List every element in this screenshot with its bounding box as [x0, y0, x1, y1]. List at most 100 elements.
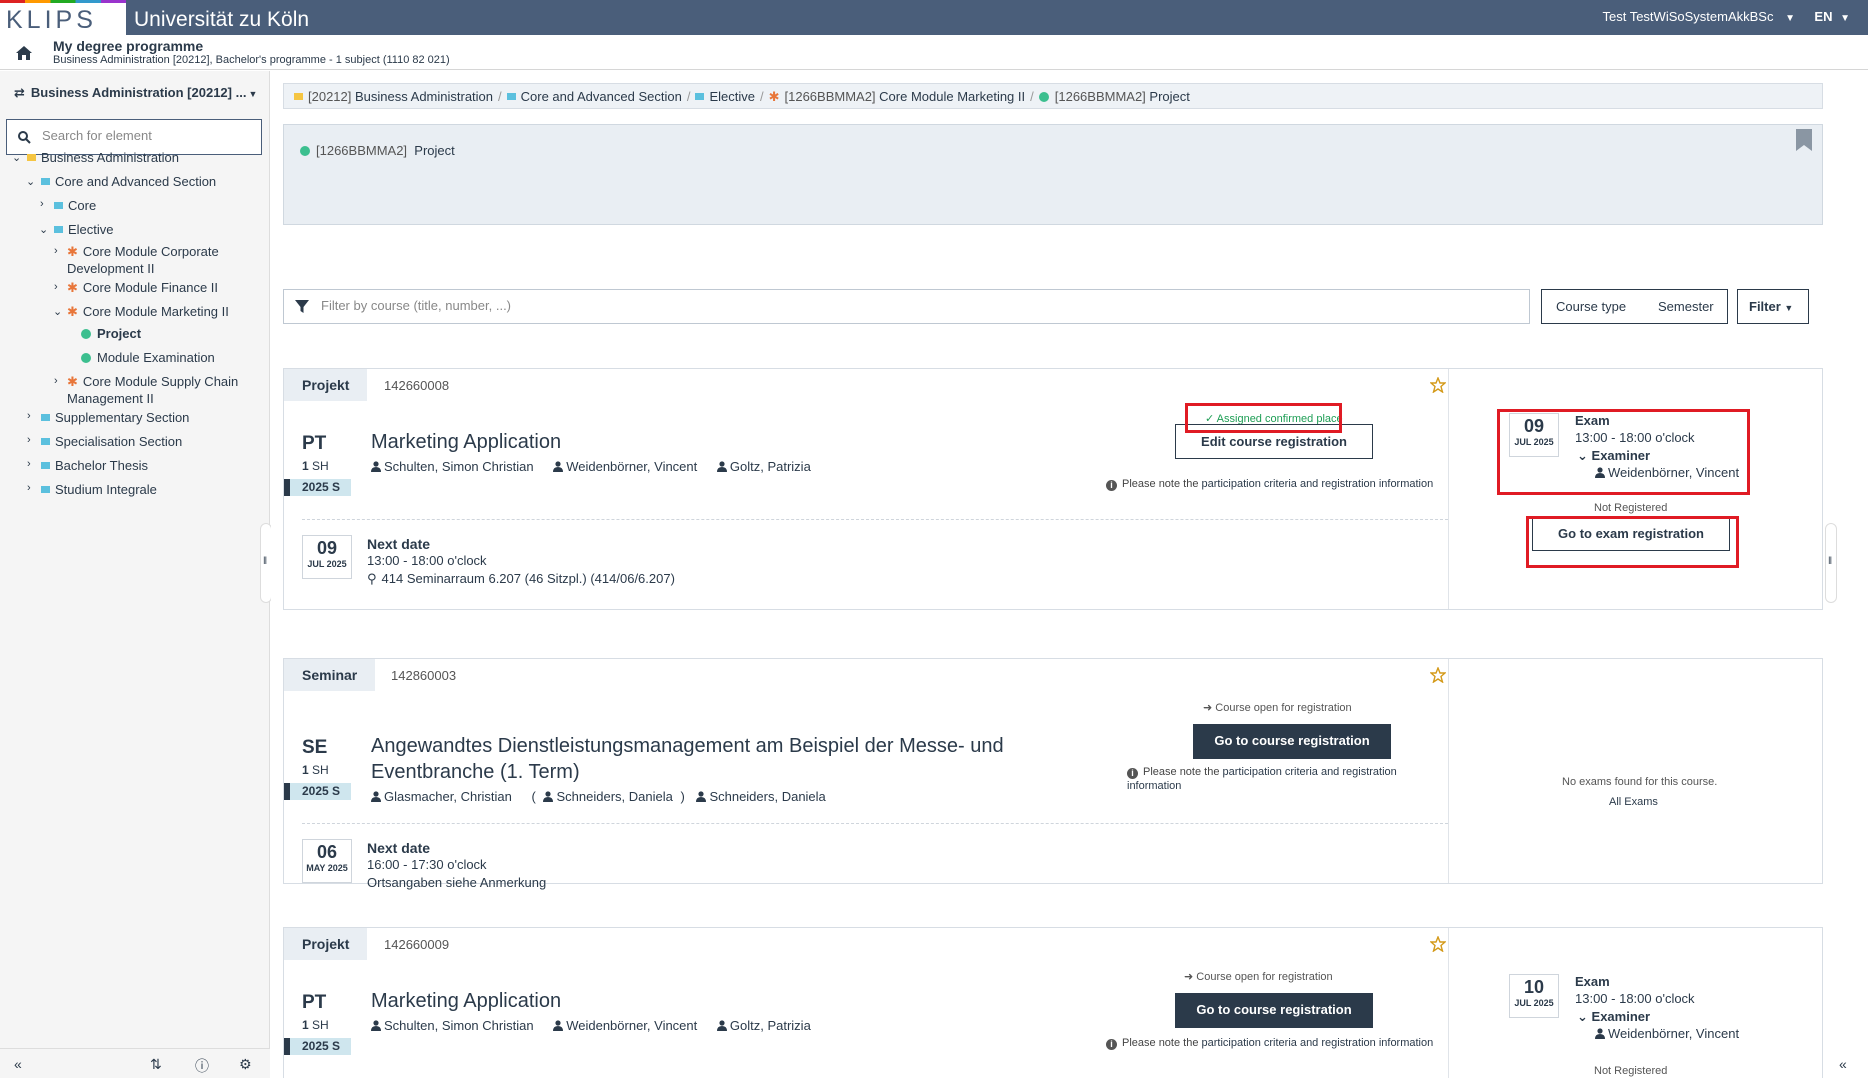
home-icon[interactable] — [15, 45, 33, 61]
element-name: Project — [414, 143, 455, 158]
bookmark-icon[interactable] — [1796, 129, 1812, 151]
person-icon — [553, 460, 564, 472]
exam-time: 13:00 - 18:00 o'clock — [1575, 430, 1695, 445]
examiner-toggle[interactable]: ⌄ Examiner — [1577, 448, 1650, 464]
sidebar-item-specialisation[interactable]: Specialisation Section — [41, 433, 182, 450]
go-to-course-registration-button[interactable]: Go to course registration — [1193, 724, 1391, 759]
filter-button[interactable]: Filter ▼ — [1737, 289, 1809, 324]
cyan-square-icon — [41, 178, 50, 185]
chevron-down-icon[interactable]: ⌄ — [26, 175, 36, 188]
breadcrumb-business-administration[interactable]: Business Administration — [355, 89, 493, 104]
search-icon — [18, 131, 31, 144]
next-date-time: 13:00 - 18:00 o'clock — [367, 553, 487, 568]
criteria-link[interactable]: participation criteria and registration … — [1202, 1037, 1434, 1049]
criteria-link[interactable]: participation criteria and registration … — [1202, 478, 1434, 490]
search-input[interactable] — [42, 128, 252, 143]
chevron-right-icon[interactable]: › — [40, 198, 50, 210]
sidebar-item-studium-integrale[interactable]: Studium Integrale — [41, 481, 157, 498]
chevron-right-icon[interactable]: › — [54, 281, 64, 293]
course-sh: 1 SH — [302, 763, 329, 777]
sidebar-item-finance[interactable]: ✱ Core Module Finance II — [67, 279, 218, 296]
sidebar-item-supplementary[interactable]: Supplementary Section — [41, 409, 189, 426]
person-name[interactable]: Glasmacher, Christian — [384, 789, 512, 804]
course-filter-input[interactable] — [321, 298, 1511, 313]
person-name[interactable]: Schneiders, Daniela — [556, 789, 672, 804]
right-panel-handle[interactable]: ‖ — [1825, 523, 1837, 603]
breadcrumb-marketing[interactable]: Core Module Marketing II — [879, 89, 1025, 104]
language-menu[interactable]: EN ▼ — [1814, 9, 1850, 24]
klips-logo[interactable]: KLIPS 2.0 — [0, 0, 126, 63]
cyan-square-icon — [41, 414, 50, 421]
chevron-down-icon[interactable]: ⌄ — [53, 305, 63, 318]
sidebar-item-business-administration[interactable]: Business Administration — [27, 149, 179, 166]
logo-stripe — [0, 0, 126, 3]
cyan-square-icon — [695, 93, 705, 100]
chevron-right-icon[interactable]: › — [27, 458, 37, 470]
chevron-down-icon: ▼ — [1784, 303, 1794, 313]
programme-switcher[interactable]: ⇄ Business Administration [20212] ... ▼ — [14, 85, 264, 101]
chevron-down-icon[interactable]: ⌄ — [39, 223, 49, 236]
sort-icon[interactable]: ⇅ — [150, 1056, 162, 1073]
course-title[interactable]: Angewandtes Dienstleistungsmanagement am… — [371, 733, 1004, 785]
chevron-right-icon[interactable]: › — [54, 245, 64, 257]
breadcrumb-core-advanced[interactable]: Core and Advanced Section — [521, 89, 682, 104]
person-name[interactable]: Goltz, Patrizia — [730, 1018, 811, 1033]
chevron-right-icon[interactable]: › — [27, 482, 37, 494]
person-name[interactable]: Goltz, Patrizia — [730, 459, 811, 474]
user-menu[interactable]: Test TestWiSoSystemAkkBSc ▼ — [1602, 9, 1795, 24]
person-name[interactable]: Weidenbörner, Vincent — [566, 459, 697, 474]
semester-toggle[interactable]: Semester — [1658, 299, 1714, 314]
sidebar-item-elective[interactable]: Elective — [54, 221, 114, 238]
course-type-toggle[interactable]: Course type — [1556, 299, 1626, 314]
breadcrumb-elective[interactable]: Elective — [709, 89, 755, 104]
filter-icon — [295, 300, 309, 313]
person-name[interactable]: Schulten, Simon Christian — [384, 1018, 534, 1033]
star-icon[interactable] — [1430, 667, 1446, 683]
cyan-square-icon — [506, 93, 516, 100]
gear-icon[interactable]: ⚙ — [239, 1056, 252, 1073]
collapse-right-icon[interactable]: « — [1839, 1056, 1847, 1072]
next-date-label: Next date — [367, 840, 431, 856]
person-name[interactable]: Schulten, Simon Christian — [384, 459, 534, 474]
course-title[interactable]: Marketing Application — [371, 429, 561, 455]
all-exams-link[interactable]: All Exams — [1609, 796, 1658, 808]
go-to-course-registration-button[interactable]: Go to course registration — [1175, 993, 1373, 1028]
chevron-down-icon[interactable]: ⌄ — [12, 151, 22, 164]
go-to-exam-registration-button[interactable]: Go to exam registration — [1532, 516, 1730, 551]
cyan-square-icon — [41, 486, 50, 493]
sidebar-item-core-and-advanced[interactable]: Core and Advanced Section — [41, 173, 216, 190]
star-icon[interactable] — [1430, 936, 1446, 952]
sidebar-item-project[interactable]: Project — [81, 325, 141, 342]
collapse-left-icon[interactable]: « — [14, 1056, 22, 1072]
exam-block: 10 JUL 2025 Exam 13:00 - 18:00 o'clock ⌄ … — [1509, 974, 1739, 1044]
edit-course-registration-button[interactable]: Edit course registration — [1175, 424, 1373, 459]
course-sh: 1 SH — [302, 459, 329, 473]
star-icon[interactable] — [1430, 377, 1446, 393]
asterisk-icon: ✱ — [67, 374, 78, 389]
criteria-link[interactable]: participation criteria and registration — [1223, 766, 1397, 778]
person-name[interactable]: Schneiders, Daniela — [709, 789, 825, 804]
examiner-toggle[interactable]: ⌄ Examiner — [1577, 1009, 1650, 1025]
sidebar-item-marketing[interactable]: ✱ Core Module Marketing II — [67, 303, 229, 320]
language-label: EN — [1814, 9, 1833, 24]
course-persons: Glasmacher, Christian ( Schneiders, Dani… — [371, 789, 826, 804]
person-icon — [716, 1019, 727, 1031]
chevron-right-icon[interactable]: › — [27, 434, 37, 446]
programme-header: My degree programme Business Administrat… — [0, 35, 1868, 70]
sidebar-item-bachelor-thesis[interactable]: Bachelor Thesis — [41, 457, 148, 474]
sidebar-item-corporate-development[interactable]: ✱ Core Module Corporate Development II — [67, 243, 219, 277]
sidebar-item-module-examination[interactable]: Module Examination — [81, 349, 215, 366]
semester-badge: 2025 S — [284, 479, 351, 496]
course-card: Seminar 142860003 SE 1 SH 2025 S Angewan… — [283, 658, 1823, 890]
sidebar-item-core[interactable]: Core — [54, 197, 96, 214]
chevron-right-icon[interactable]: › — [54, 375, 64, 387]
person-name[interactable]: Weidenbörner, Vincent — [566, 1018, 697, 1033]
asterisk-icon: ✱ — [67, 280, 78, 295]
sidebar-item-supply-chain[interactable]: ✱ Core Module Supply Chain Management II — [67, 373, 238, 407]
breadcrumb-project[interactable]: Project — [1149, 89, 1189, 104]
next-date-time: 16:00 - 17:30 o'clock — [367, 857, 487, 872]
sidebar-footer: « ⇅ ⓘ ⚙ — [0, 1048, 270, 1078]
info-icon[interactable]: ⓘ — [195, 1056, 209, 1076]
course-title[interactable]: Marketing Application — [371, 988, 561, 1014]
chevron-right-icon[interactable]: › — [27, 410, 37, 422]
